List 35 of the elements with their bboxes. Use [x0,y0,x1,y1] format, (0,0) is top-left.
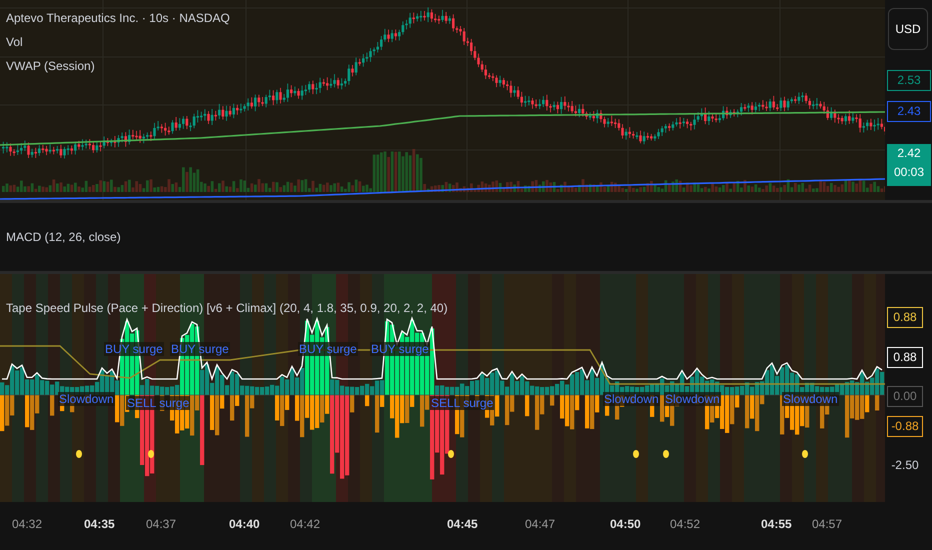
time-label: 04:42 [290,516,320,533]
time-label: 04:55 [761,516,792,533]
chart-title: Aptevo Therapeutics Inc. · 10s · NASDAQ [6,10,230,27]
time-label: 04:50 [610,516,641,533]
macd-label: MACD (12, 26, close) [6,229,121,246]
buy-surge-label: BUY surge [170,342,230,356]
price-tag: 2.42 00:03 [887,144,931,186]
time-label: 04:37 [146,516,176,533]
time-label: 04:47 [525,516,556,533]
sell-surge-label: SELL surge [430,396,494,410]
time-label: 04:40 [229,516,260,533]
time-label: 04:52 [670,516,700,533]
slowdown-label: Slowdown [664,392,721,406]
slowdown-label: Slowdown [58,392,115,406]
value-tag: -2.50 [887,456,923,475]
value-tag: 0.88 [887,307,923,328]
legend-label: VWAP (Session) [6,58,96,75]
sell-surge-label: SELL surge [126,396,190,410]
value-tag: 0.88 [887,347,923,368]
value-tag: 0.00 [887,386,923,407]
time-label: 04:57 [812,516,842,533]
buy-surge-label: BUY surge [370,342,430,356]
indicator-title: Tape Speed Pulse (Pace + Direction) [v6 + Climax] (20, 4, 1.8, 35, 0.9, 20, 2, 2, 40) [6,300,448,317]
price-tag: 2.43 [887,101,931,122]
time-label: 04:35 [84,516,115,533]
slowdown-label: Slowdown [782,392,839,406]
buy-surge-label: BUY surge [104,342,164,356]
currency-button[interactable]: USD [888,8,928,50]
time-label: 04:45 [447,516,478,533]
legend-label: Vol [6,34,24,51]
price-tag: 2.53 [887,70,931,91]
value-tag: -0.88 [887,416,923,437]
time-label: 04:32 [12,516,42,533]
buy-surge-label: BUY surge [298,342,358,356]
slowdown-label: Slowdown [603,392,660,406]
